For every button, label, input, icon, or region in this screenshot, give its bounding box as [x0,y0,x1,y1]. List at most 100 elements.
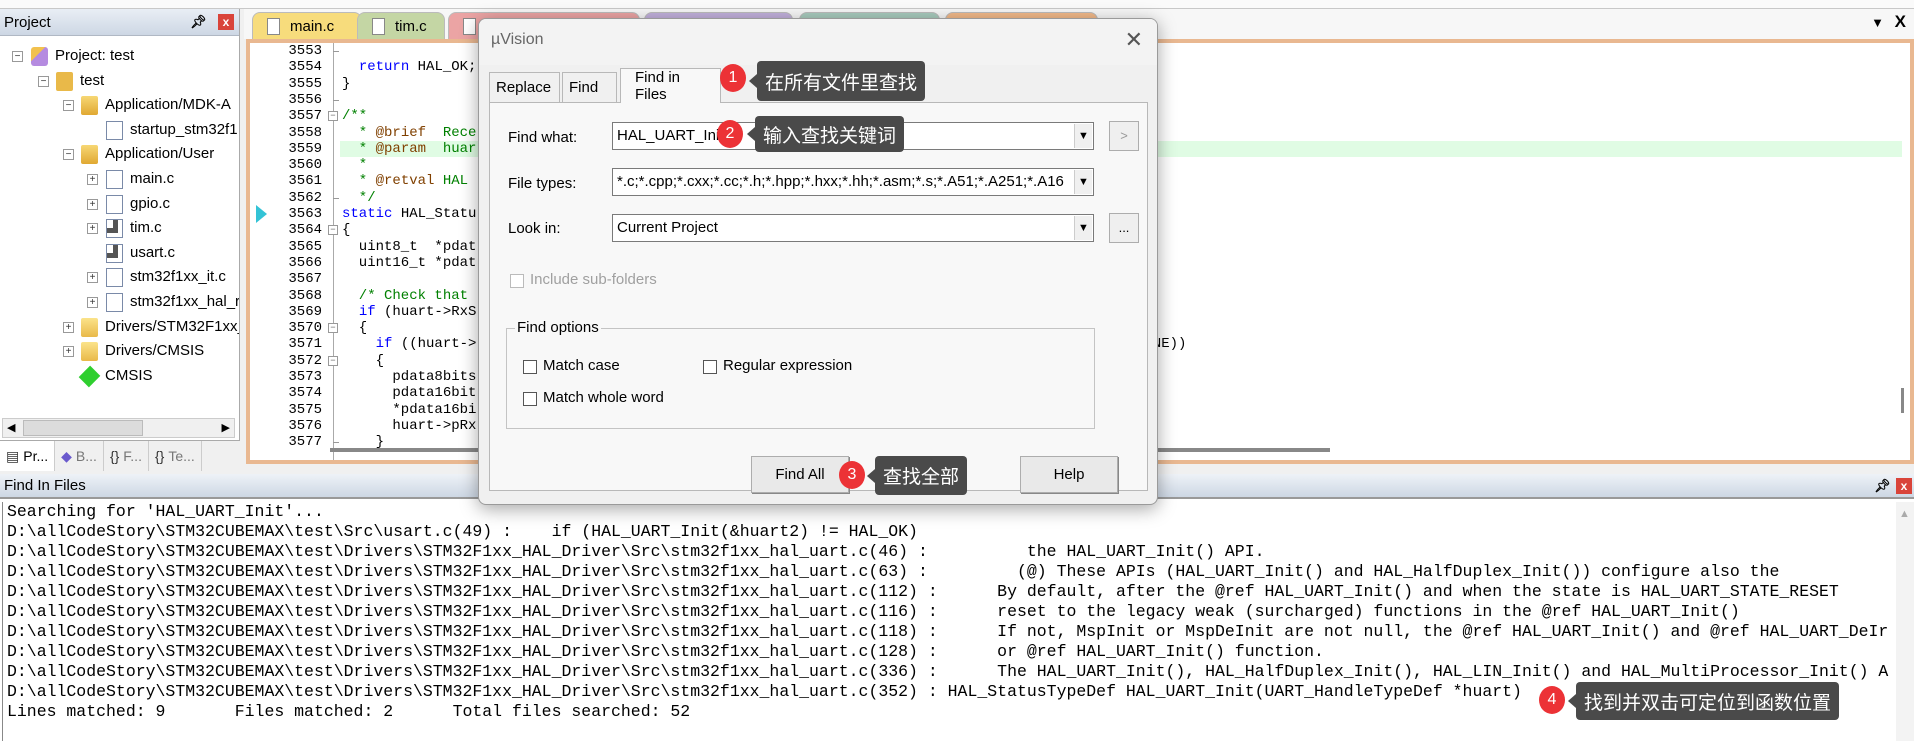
find-all-button[interactable]: Find All [751,456,849,493]
result-line[interactable]: D:\allCodeStory\STM32CUBEMAX\test\Driver… [7,582,1896,602]
pin-icon[interactable]: 📌︎ [1874,478,1891,494]
result-line[interactable]: D:\allCodeStory\STM32CUBEMAX\test\Driver… [7,562,1896,582]
tree-item[interactable]: − Application/User [0,143,239,167]
match-case-label: Match case [543,357,620,374]
match-whole-word-checkbox[interactable] [523,392,537,406]
tree-item-label: main.c [130,170,175,187]
look-in-label: Look in: [508,220,561,237]
code-text: * @param huar [342,141,477,157]
include-subfolders-checkbox[interactable] [510,274,524,288]
tree-item[interactable]: + gpio.c [0,193,239,217]
result-line[interactable]: D:\allCodeStory\STM32CUBEMAX\test\Driver… [7,622,1896,642]
project-tab-1[interactable]: ◆ B... [55,441,104,471]
braces-icon: {} [109,448,120,464]
close-icon[interactable]: x [1896,478,1912,494]
tree-item[interactable]: − Application/MDK-A [0,94,239,118]
pin-icon[interactable]: 📌︎ [190,14,207,30]
line-number: 3553 [288,43,322,59]
project-tab-3[interactable]: {} Te... [149,441,202,471]
expand-icon[interactable]: + [87,174,98,185]
file-types-value: *.c;*.cpp;*.cxx;*.cc;*.h;*.hpp;*.hxx;*.h… [617,173,1064,190]
tab-find[interactable]: Find [562,72,617,102]
project-tab-2[interactable]: {} F... [104,441,149,471]
tree-item[interactable]: startup_stm32f1 [0,119,239,143]
fold-collapse-icon[interactable]: − [328,355,338,366]
tree-item[interactable]: CMSIS [0,365,239,389]
collapse-icon[interactable]: − [63,100,74,112]
tab-list-dropdown-icon[interactable]: ▼ [1871,15,1884,30]
editor-vertical-scrollbar[interactable] [1901,388,1904,413]
project-tab-label: B... [75,448,97,464]
output-vertical-scrollbar[interactable]: ▲ [1896,502,1914,741]
find-next-button[interactable]: > [1109,121,1139,151]
tree-item[interactable]: − test [0,70,239,94]
tree-item[interactable]: + tim.c [0,217,239,241]
project-tab-0[interactable]: ▤ Pr... [0,441,56,471]
code-text: pdata8bits [342,369,476,385]
fold-collapse-icon[interactable]: − [328,323,338,334]
collapse-icon[interactable]: − [63,149,74,161]
scroll-right-icon[interactable]: ▶ [222,421,230,434]
expand-icon[interactable]: + [63,346,74,358]
collapse-icon[interactable]: − [12,51,23,62]
close-icon[interactable]: x [218,14,234,30]
fold-collapse-icon[interactable]: − [328,111,338,122]
code-token: /* Check that [342,287,469,304]
tree-item[interactable]: + stm32f1xx_it.c [0,266,239,290]
annotation-tooltip-1: 在所有文件里查找 [748,61,926,101]
regular-expression-checkbox[interactable] [703,360,717,374]
tree-item-label: startup_stm32f1 [130,120,238,138]
code-text: } [342,76,350,92]
cmsis-diamond-icon [78,365,101,388]
step-badge-3: 3 [839,461,865,489]
file-icon [106,120,123,140]
tree-item-label: stm32f1xx_hal_r [130,293,240,310]
code-token: huart->pRx [342,417,477,434]
close-editor-icon[interactable]: X [1895,12,1906,32]
browse-button[interactable]: ... [1109,213,1139,243]
tree-item[interactable]: − Project: test [0,45,239,69]
expand-icon[interactable]: + [63,321,74,333]
code-token: } [342,75,351,92]
result-line[interactable]: D:\allCodeStory\STM32CUBEMAX\test\Driver… [7,642,1896,662]
chevron-down-icon[interactable]: ▼ [1074,170,1092,194]
editor-tab[interactable]: main.c [252,12,362,39]
code-text: pdata16bit [342,385,476,401]
project-pane: Project 📌︎ x − Project: test − test − Applica… [0,9,240,471]
scroll-left-icon[interactable]: ◀ [7,421,15,434]
fold-collapse-icon[interactable]: − [328,225,338,236]
expand-icon[interactable]: + [87,223,98,235]
scrollbar-thumb[interactable] [23,420,143,436]
expand-icon[interactable]: + [87,272,98,284]
tab-find-in-files[interactable]: Find in Files [620,68,721,103]
tree-item[interactable]: + Drivers/CMSIS [0,340,239,364]
tree-item[interactable]: + main.c [0,168,239,192]
tree-item[interactable]: + stm32f1xx_hal_r [0,291,240,315]
help-button[interactable]: Help [1020,456,1118,493]
tree-item[interactable]: usart.c [0,242,239,266]
scroll-up-icon[interactable]: ▲ [1899,508,1910,520]
collapse-icon[interactable]: − [38,75,49,87]
result-line[interactable]: D:\allCodeStory\STM32CUBEMAX\test\Driver… [7,662,1896,682]
code-token: { [342,320,368,337]
file-types-input[interactable]: *.c;*.cpp;*.cxx;*.cc;*.h;*.hpp;*.hxx;*.h… [612,168,1094,196]
tree-item[interactable]: + Drivers/STM32F1xx_ [0,316,239,340]
chevron-down-icon[interactable]: ▼ [1074,124,1092,148]
look-in-select[interactable]: Current Project ▼ [612,214,1094,242]
tree-item-label: Application/MDK-A [105,96,231,114]
project-horizontal-scrollbar[interactable]: ◀ ▶ [2,418,235,438]
result-line[interactable]: D:\allCodeStory\STM32CUBEMAX\test\Src\us… [7,522,1896,542]
result-line[interactable]: D:\allCodeStory\STM32CUBEMAX\test\Driver… [7,602,1896,622]
expand-icon[interactable]: + [87,297,98,308]
editor-tab[interactable]: tim.c [357,12,445,39]
tab-replace[interactable]: Replace [489,72,560,102]
line-number: 3557 [288,108,322,125]
line-number: 3573 [288,369,322,385]
top-toolbar-strip [0,0,1914,9]
result-line[interactable]: D:\allCodeStory\STM32CUBEMAX\test\Driver… [7,542,1896,562]
close-icon[interactable]: ✕ [1125,27,1143,53]
match-case-checkbox[interactable] [523,360,537,374]
chevron-down-icon[interactable]: ▼ [1074,216,1092,240]
expand-icon[interactable]: + [87,198,98,210]
